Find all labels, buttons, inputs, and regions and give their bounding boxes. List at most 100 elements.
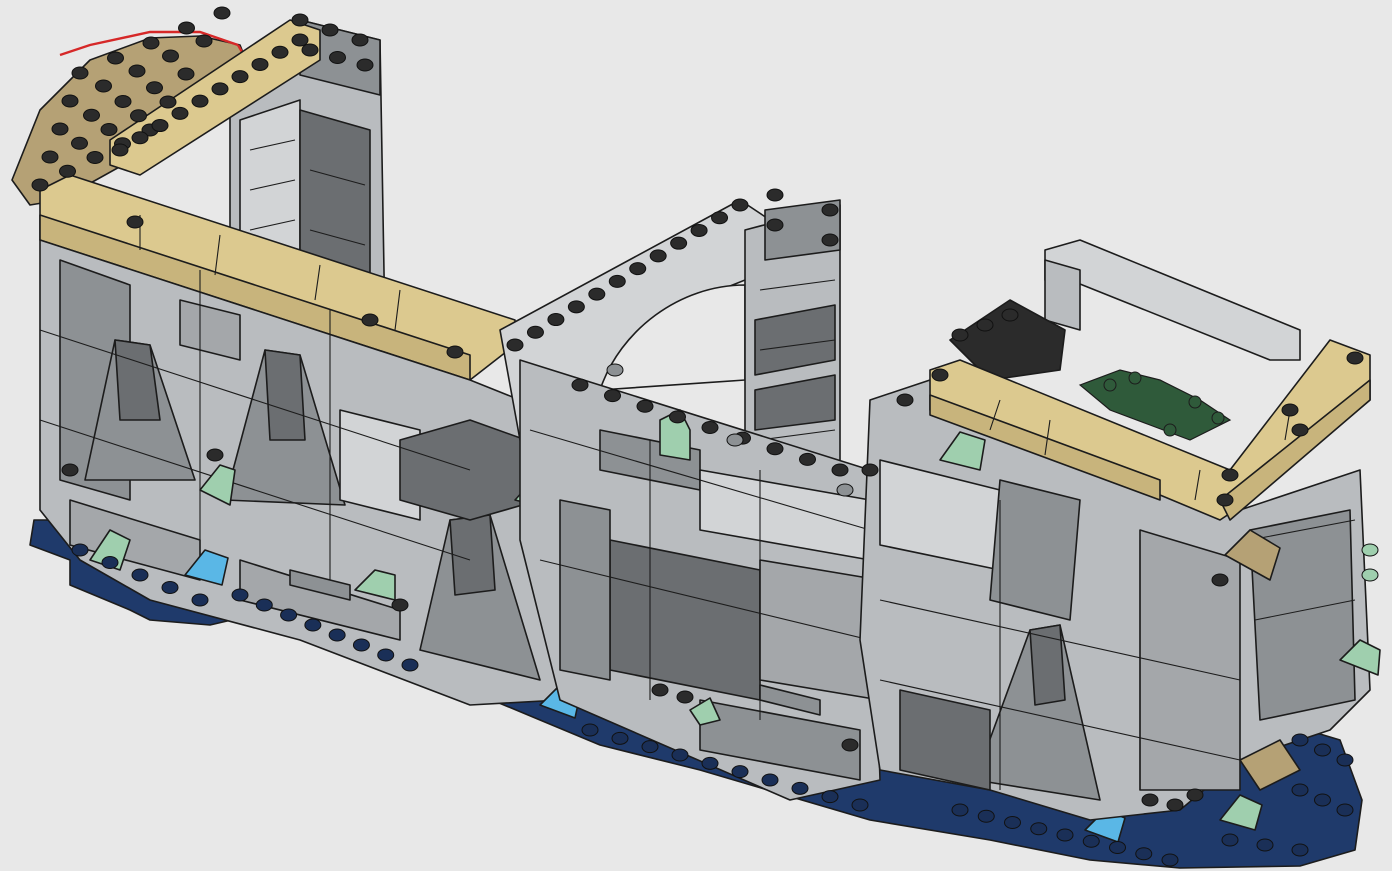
stud bbox=[604, 389, 621, 403]
left-front-wall bbox=[39, 174, 561, 706]
stud bbox=[159, 95, 177, 109]
stud bbox=[251, 57, 269, 71]
stud bbox=[1221, 468, 1239, 482]
stud bbox=[731, 198, 749, 212]
stud bbox=[446, 345, 464, 359]
stud bbox=[351, 33, 369, 47]
lego-model-render bbox=[11, 6, 1381, 869]
stud bbox=[649, 249, 667, 263]
stud bbox=[571, 378, 589, 392]
stud bbox=[977, 809, 995, 823]
stud bbox=[690, 223, 708, 237]
stud bbox=[151, 119, 169, 133]
stud bbox=[841, 738, 859, 752]
stud bbox=[641, 740, 659, 754]
stud bbox=[401, 658, 419, 672]
stud bbox=[701, 756, 719, 770]
stud bbox=[1314, 793, 1331, 807]
stud bbox=[1336, 753, 1354, 767]
stud bbox=[1216, 493, 1234, 507]
stud bbox=[1291, 423, 1309, 437]
stud bbox=[1141, 793, 1159, 807]
stud bbox=[95, 79, 112, 93]
stud bbox=[352, 638, 370, 652]
stud bbox=[71, 66, 89, 80]
stud bbox=[291, 33, 309, 47]
stud bbox=[851, 798, 869, 812]
stud bbox=[636, 399, 654, 413]
stud bbox=[191, 593, 209, 607]
stud bbox=[547, 313, 565, 327]
stud bbox=[177, 67, 195, 81]
stud bbox=[126, 215, 144, 229]
stud bbox=[59, 164, 76, 178]
stud bbox=[608, 274, 626, 288]
stud bbox=[1135, 847, 1153, 861]
stud bbox=[1004, 816, 1021, 829]
stud bbox=[611, 731, 629, 745]
stud bbox=[671, 748, 689, 762]
stud bbox=[61, 463, 79, 477]
stud bbox=[731, 765, 749, 779]
stud bbox=[31, 178, 49, 192]
stud bbox=[1001, 308, 1019, 322]
stud bbox=[676, 690, 694, 704]
stud bbox=[1256, 838, 1274, 852]
stud bbox=[701, 421, 719, 434]
stud bbox=[304, 618, 322, 632]
stud bbox=[361, 313, 379, 327]
stud bbox=[131, 131, 149, 145]
stud bbox=[83, 108, 100, 122]
stud bbox=[821, 233, 839, 247]
stud bbox=[1221, 833, 1239, 847]
stud bbox=[255, 598, 273, 612]
stud bbox=[799, 452, 816, 466]
stud bbox=[896, 393, 914, 407]
stud bbox=[861, 463, 879, 477]
stud bbox=[178, 21, 195, 35]
stud bbox=[711, 211, 729, 225]
stud bbox=[821, 790, 839, 804]
stud bbox=[100, 123, 118, 136]
stud bbox=[766, 188, 784, 202]
stud bbox=[836, 483, 854, 497]
stud bbox=[761, 773, 779, 787]
stud bbox=[171, 106, 189, 120]
stud bbox=[71, 543, 89, 557]
stud bbox=[1186, 788, 1204, 802]
stud bbox=[1161, 853, 1179, 867]
stud bbox=[41, 150, 59, 164]
stud bbox=[271, 45, 289, 59]
stud bbox=[766, 442, 784, 456]
stud bbox=[606, 363, 624, 377]
stud bbox=[191, 94, 209, 108]
stud bbox=[1109, 841, 1126, 854]
stud bbox=[1361, 568, 1379, 582]
stud bbox=[195, 34, 213, 48]
stud bbox=[1082, 834, 1100, 848]
stud bbox=[206, 448, 224, 462]
stud bbox=[1166, 798, 1184, 812]
stud bbox=[1291, 843, 1309, 857]
stud bbox=[670, 236, 688, 250]
stud bbox=[61, 94, 79, 108]
stud bbox=[161, 581, 179, 594]
stud bbox=[976, 318, 994, 332]
stud bbox=[766, 218, 784, 232]
stud bbox=[629, 262, 647, 276]
stud bbox=[588, 287, 606, 301]
stud bbox=[1346, 351, 1364, 365]
stud bbox=[1281, 403, 1299, 417]
stud bbox=[231, 588, 249, 602]
stud bbox=[328, 628, 346, 642]
stud bbox=[131, 568, 149, 582]
stud bbox=[1291, 783, 1309, 797]
stud bbox=[329, 51, 346, 64]
stud bbox=[130, 109, 147, 123]
stud bbox=[581, 723, 599, 737]
stud bbox=[321, 23, 339, 37]
stud bbox=[1291, 733, 1309, 747]
stud bbox=[231, 70, 249, 84]
stud bbox=[142, 36, 160, 50]
stud bbox=[1361, 543, 1379, 557]
